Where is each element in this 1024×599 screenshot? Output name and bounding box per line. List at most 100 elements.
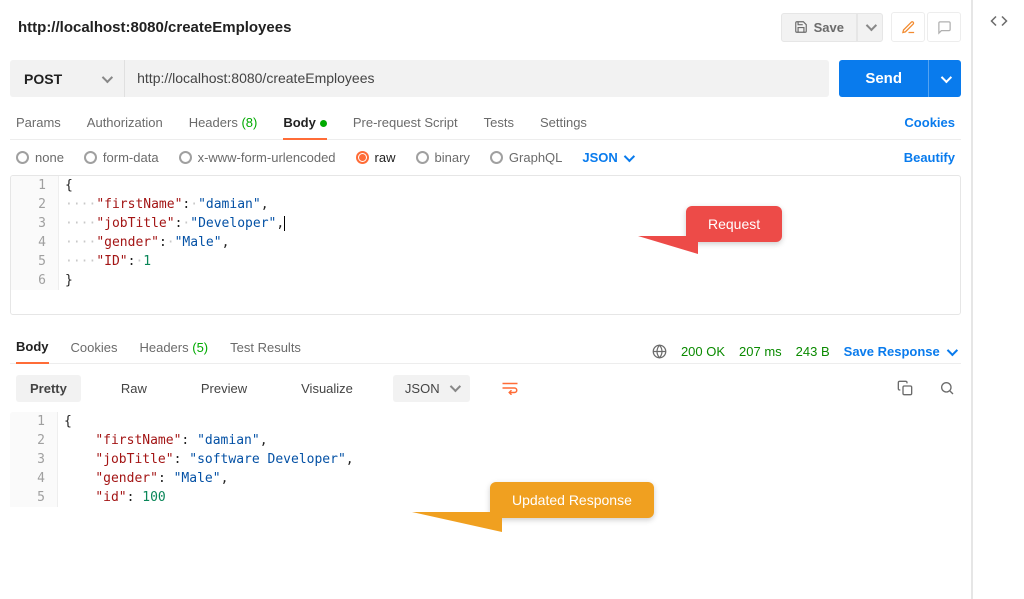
view-raw-button[interactable]: Raw xyxy=(107,375,161,402)
code-panel-button[interactable] xyxy=(990,12,1008,599)
json-value: "software Developer" xyxy=(189,452,346,467)
response-format-label: JSON xyxy=(405,381,440,396)
chevron-down-icon xyxy=(102,71,113,82)
pencil-icon xyxy=(901,20,916,35)
status-code: 200 OK xyxy=(681,344,725,359)
bodytype-none[interactable]: none xyxy=(16,150,64,165)
json-value: "damian" xyxy=(197,433,260,448)
chevron-down-icon xyxy=(866,20,877,31)
radio-icon xyxy=(356,151,369,164)
url-input[interactable]: http://localhost:8080/createEmployees xyxy=(125,60,829,97)
save-button[interactable]: Save xyxy=(781,13,857,42)
response-format-select[interactable]: JSON xyxy=(393,375,470,402)
tab-tests[interactable]: Tests xyxy=(484,115,514,138)
raw-format-select[interactable]: JSON xyxy=(582,150,631,165)
chevron-down-icon xyxy=(941,71,952,82)
bodytype-label: x-www-form-urlencoded xyxy=(198,150,336,165)
json-key: "gender" xyxy=(96,235,159,250)
line-number: 5 xyxy=(10,488,58,507)
json-value: "Male" xyxy=(175,235,222,250)
bodytype-urlencoded[interactable]: x-www-form-urlencoded xyxy=(179,150,336,165)
word-wrap-icon xyxy=(501,381,519,395)
cookies-link[interactable]: Cookies xyxy=(904,115,955,138)
view-visualize-button[interactable]: Visualize xyxy=(287,375,367,402)
line-number: 2 xyxy=(10,431,58,450)
tab-prerequest[interactable]: Pre-request Script xyxy=(353,115,458,138)
view-preview-button[interactable]: Preview xyxy=(187,375,261,402)
comment-icon xyxy=(937,20,952,35)
line-number: 4 xyxy=(10,469,58,488)
bodytype-graphql[interactable]: GraphQL xyxy=(490,150,562,165)
code-brace: { xyxy=(65,178,73,193)
callout-label: Request xyxy=(708,216,760,232)
modified-dot-icon xyxy=(320,120,327,127)
json-key: "gender" xyxy=(95,471,158,486)
code-brace: { xyxy=(64,414,72,429)
method-select[interactable]: POST xyxy=(10,60,125,97)
bodytype-formdata[interactable]: form-data xyxy=(84,150,159,165)
line-number: 1 xyxy=(11,176,59,195)
view-pretty-button[interactable]: Pretty xyxy=(16,375,81,402)
response-callout: Updated Response xyxy=(490,482,654,518)
copy-button[interactable] xyxy=(897,380,913,396)
response-tab-body[interactable]: Body xyxy=(16,339,49,364)
code-icon xyxy=(990,12,1008,30)
method-label: POST xyxy=(24,71,62,87)
radio-icon xyxy=(179,151,192,164)
status-size: 243 B xyxy=(796,344,830,359)
line-number: 3 xyxy=(11,214,59,233)
tab-body-label: Body xyxy=(283,115,316,130)
resp-headers-count: (5) xyxy=(192,340,208,355)
search-button[interactable] xyxy=(939,380,955,396)
bodytype-label: GraphQL xyxy=(509,150,562,165)
bodytype-label: none xyxy=(35,150,64,165)
radio-icon xyxy=(490,151,503,164)
response-tab-tests[interactable]: Test Results xyxy=(230,340,301,363)
page-title: http://localhost:8080/createEmployees xyxy=(18,19,291,36)
bodytype-label: form-data xyxy=(103,150,159,165)
tab-params[interactable]: Params xyxy=(16,115,61,138)
radio-icon xyxy=(416,151,429,164)
bodytype-label: raw xyxy=(375,150,396,165)
bodytype-raw[interactable]: raw xyxy=(356,150,396,165)
globe-icon[interactable] xyxy=(652,344,667,359)
json-key: "firstName" xyxy=(96,197,182,212)
json-value: 100 xyxy=(142,490,165,505)
json-key: "jobTitle" xyxy=(96,216,174,231)
chevron-down-icon xyxy=(449,381,460,392)
save-dropdown-button[interactable] xyxy=(857,13,883,42)
beautify-link[interactable]: Beautify xyxy=(904,150,955,165)
comment-button[interactable] xyxy=(927,12,961,42)
tab-headers[interactable]: Headers (8) xyxy=(189,115,258,138)
search-icon xyxy=(939,380,955,396)
json-key: "id" xyxy=(95,490,126,505)
save-response-button[interactable]: Save Response xyxy=(844,344,955,359)
edit-button[interactable] xyxy=(891,12,925,42)
chevron-down-icon xyxy=(624,150,635,161)
word-wrap-button[interactable] xyxy=(496,374,524,402)
bodytype-label: binary xyxy=(435,150,470,165)
send-dropdown-button[interactable] xyxy=(928,60,961,97)
copy-icon xyxy=(897,380,913,396)
request-body-editor[interactable]: 1{ 2····"firstName":·"damian", 3····"job… xyxy=(10,175,961,315)
save-label: Save xyxy=(814,20,844,35)
tab-settings[interactable]: Settings xyxy=(540,115,587,138)
line-number: 4 xyxy=(11,233,59,252)
radio-icon xyxy=(16,151,29,164)
chevron-down-icon xyxy=(947,344,958,355)
request-callout: Request xyxy=(686,206,782,242)
line-number: 1 xyxy=(10,412,58,431)
tab-body[interactable]: Body xyxy=(283,115,327,140)
json-value: "damian" xyxy=(198,197,261,212)
tab-authorization[interactable]: Authorization xyxy=(87,115,163,138)
json-value: 1 xyxy=(143,254,151,269)
status-time: 207 ms xyxy=(739,344,782,359)
send-button[interactable]: Send xyxy=(839,60,928,97)
json-value: "Developer" xyxy=(190,216,276,231)
response-tab-cookies[interactable]: Cookies xyxy=(71,340,118,363)
headers-count: (8) xyxy=(241,115,257,130)
radio-icon xyxy=(84,151,97,164)
response-tab-headers[interactable]: Headers (5) xyxy=(139,340,208,363)
bodytype-binary[interactable]: binary xyxy=(416,150,470,165)
json-key: "firstName" xyxy=(95,433,181,448)
